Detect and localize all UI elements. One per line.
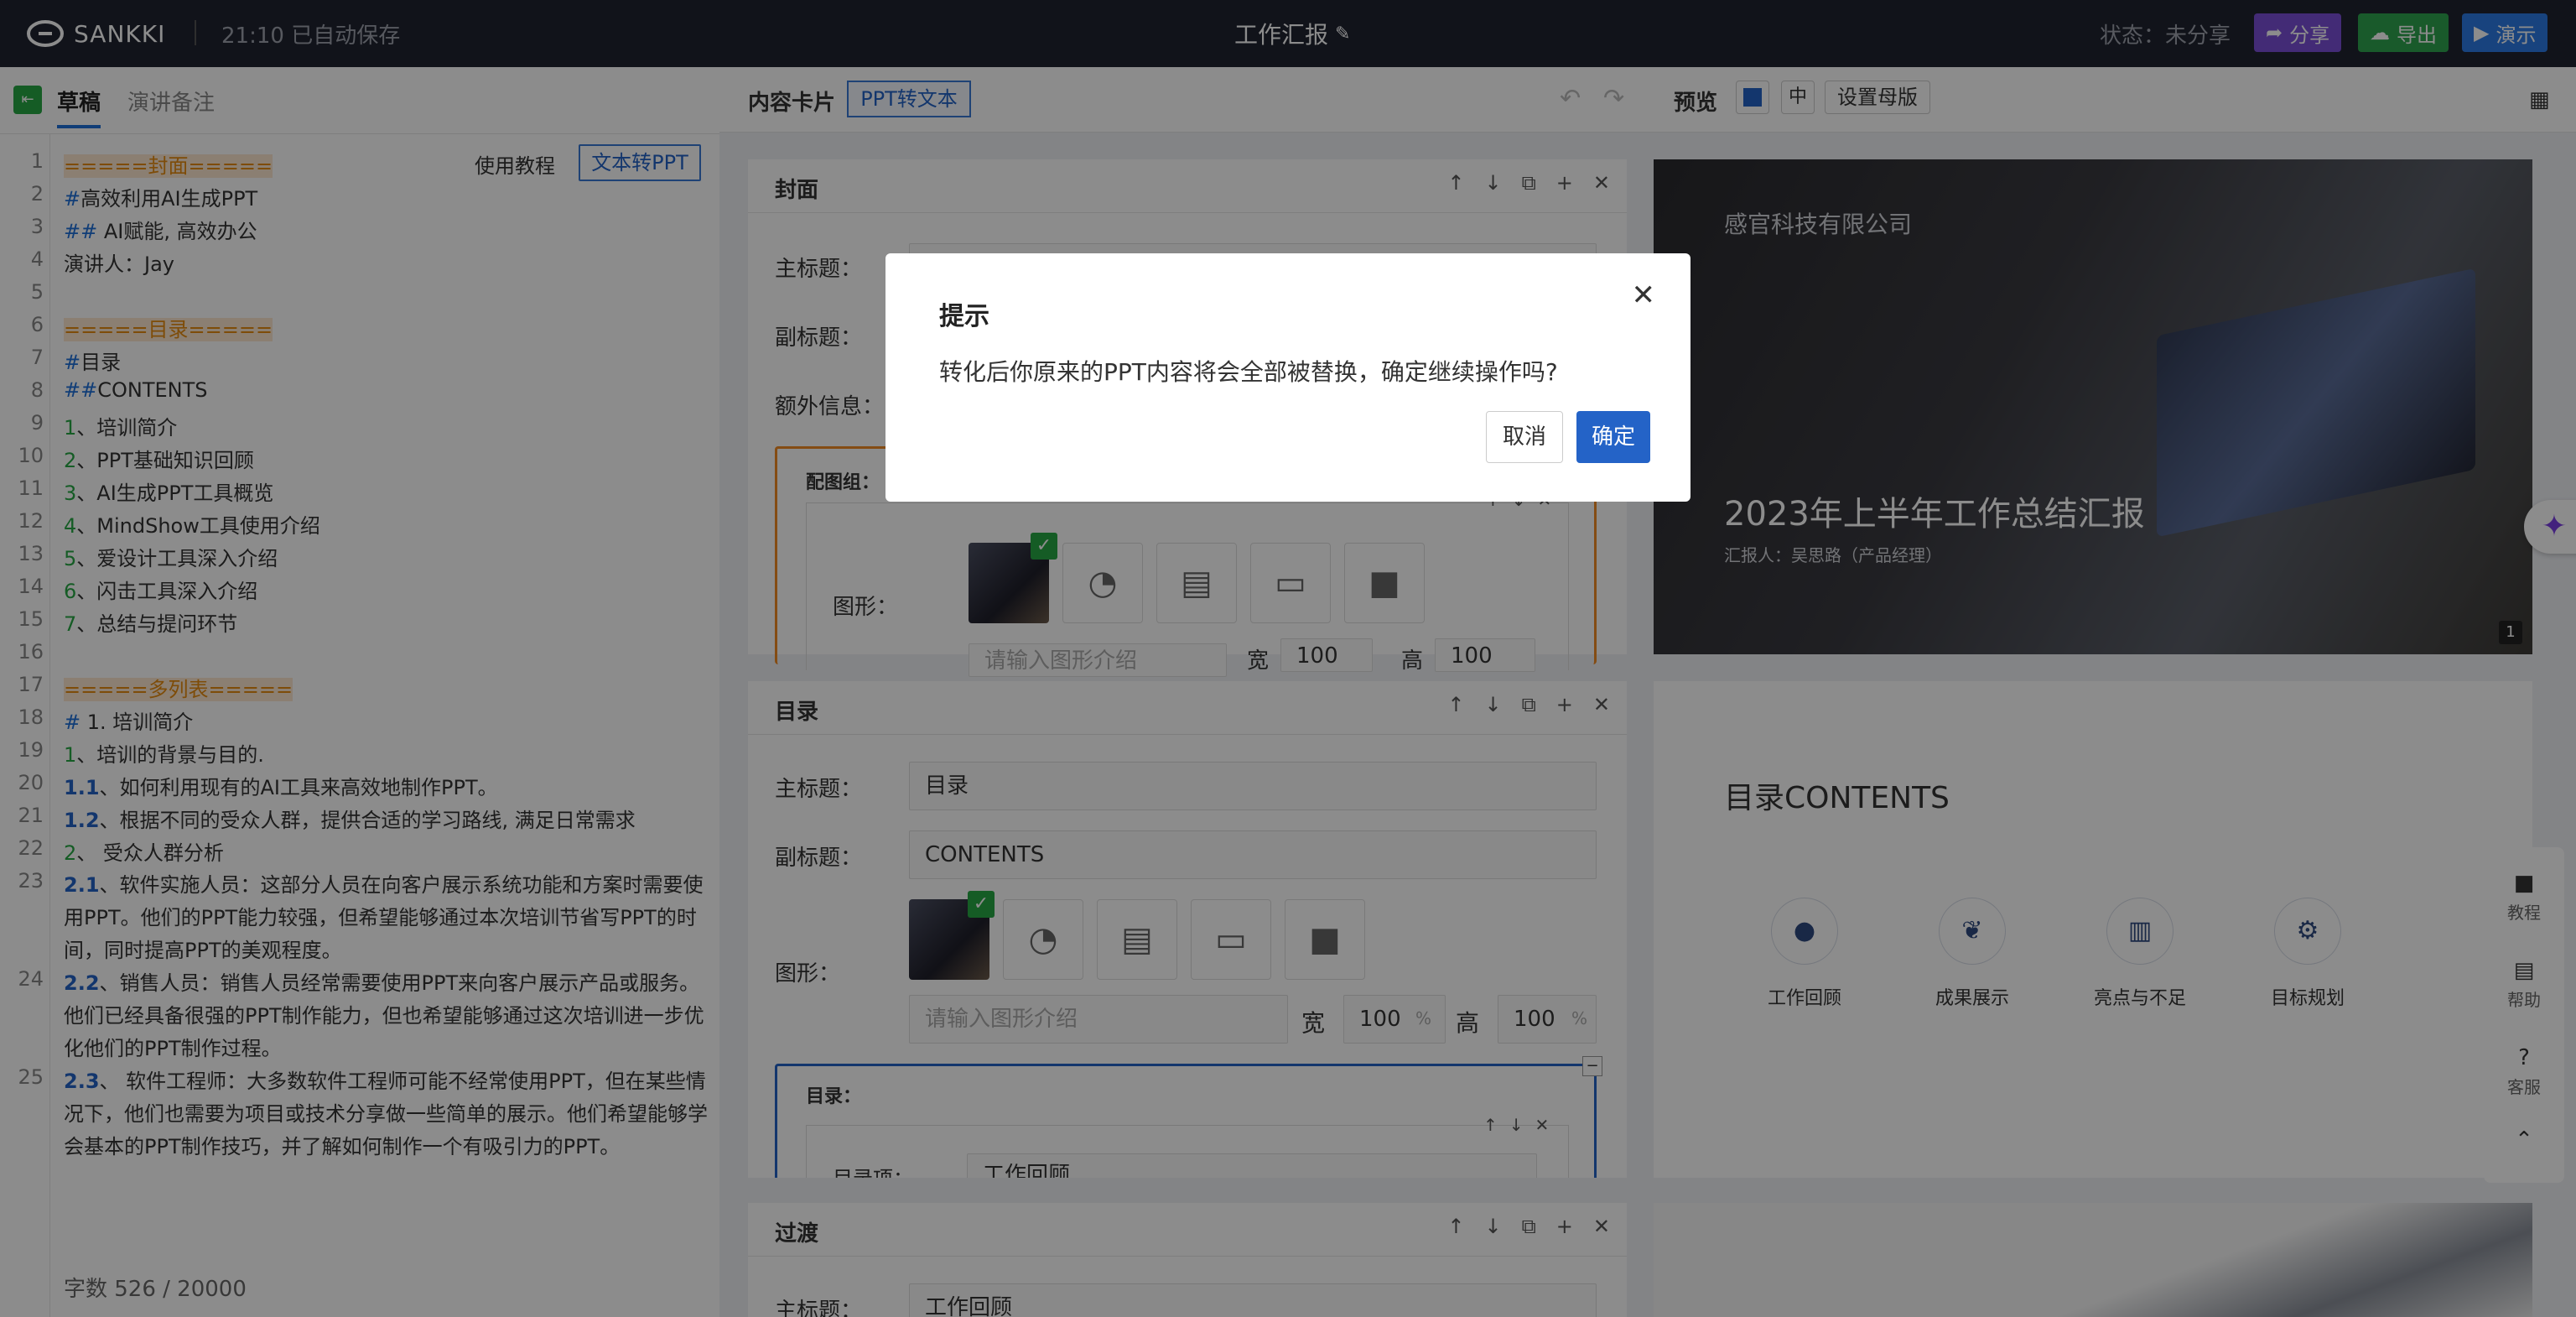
modal-overlay[interactable] <box>0 0 2576 1317</box>
dialog-message: 转化后你原来的PPT内容将会全部被替换，确定继续操作吗? <box>939 358 1558 386</box>
confirm-button[interactable]: 确定 <box>1576 411 1650 463</box>
dialog-title: 提示 <box>939 302 989 331</box>
cancel-button[interactable]: 取消 <box>1486 411 1563 463</box>
close-icon[interactable]: ✕ <box>1632 278 1656 312</box>
confirm-dialog: 提示 ✕ 转化后你原来的PPT内容将会全部被替换，确定继续操作吗? 取消 确定 <box>886 253 1690 502</box>
